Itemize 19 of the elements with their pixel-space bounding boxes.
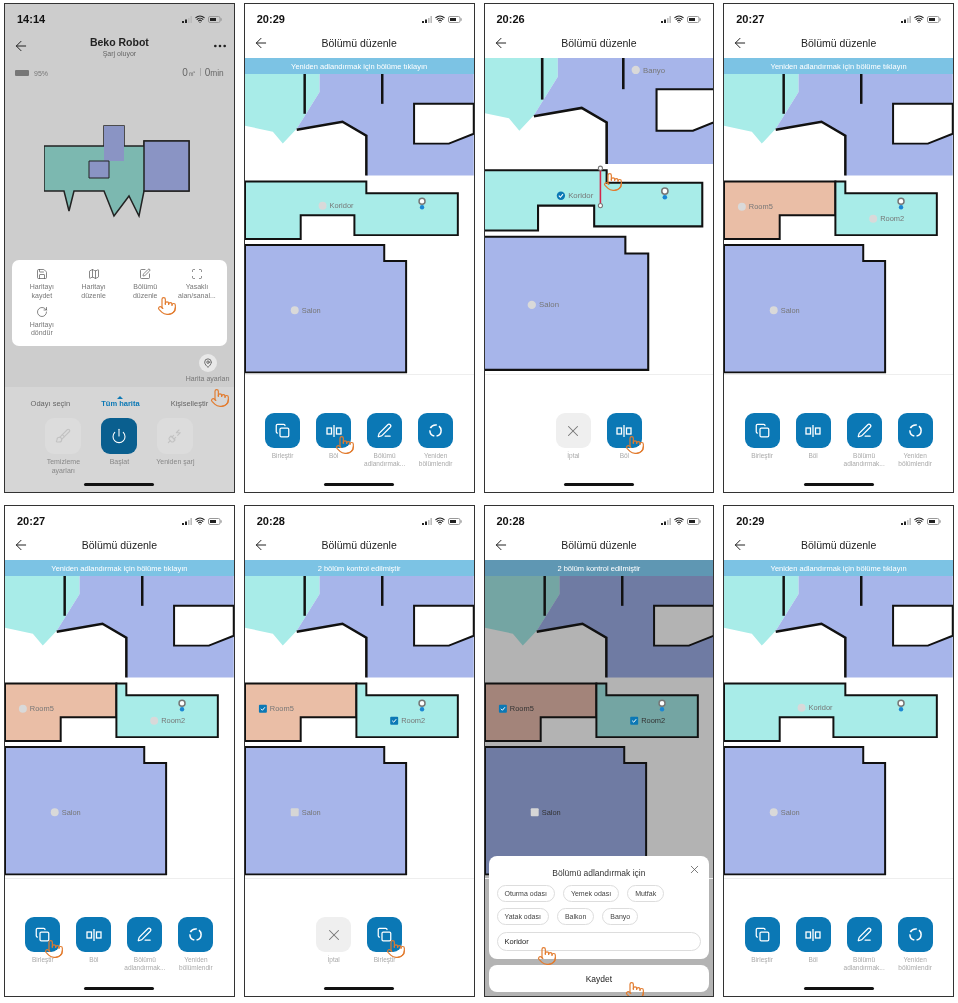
screen-title: Bölümü düzenle xyxy=(799,37,878,49)
status-time: 20:27 xyxy=(17,515,46,527)
sheet-title: Bölümü adlandırmak için xyxy=(551,868,647,878)
screen-title: Bölümü düzenle xyxy=(560,37,638,49)
screen-title: Bölümü düzenle xyxy=(799,539,878,551)
device-title: Beko Robot xyxy=(89,35,149,48)
status-time: 20:29 xyxy=(256,13,285,25)
status-time: 20:29 xyxy=(736,515,765,527)
status-time: 20:26 xyxy=(496,13,525,25)
status-time: 20:27 xyxy=(736,13,765,25)
duration-stat: 0min xyxy=(204,67,224,78)
screen-title: Bölümü düzenle xyxy=(320,539,398,551)
screen-title: Bölümü düzenle xyxy=(320,37,398,49)
screen-title: Bölümü düzenle xyxy=(80,539,159,551)
status-time: 20:28 xyxy=(256,515,285,527)
area-stat: 0㎡ xyxy=(182,67,196,79)
status-time: 14:14 xyxy=(17,13,46,25)
screen-title: Bölümü düzenle xyxy=(560,539,638,551)
status-time: 20:28 xyxy=(496,515,525,527)
